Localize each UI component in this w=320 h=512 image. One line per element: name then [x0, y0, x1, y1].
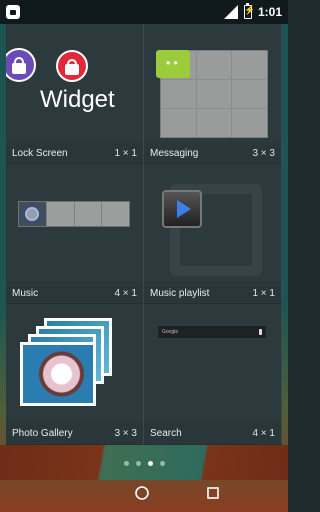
clock: 1:01 — [257, 5, 282, 19]
status-bar: 1:01 — [0, 0, 288, 24]
widget-name: Search — [150, 427, 182, 439]
widget-name: Lock Screen — [12, 147, 68, 159]
widget-size: 1 × 1 — [252, 287, 275, 299]
search-bar-preview: Google — [158, 326, 266, 338]
page-dot-active — [147, 461, 153, 466]
widget-music[interactable]: Music 4 × 1 — [6, 164, 144, 304]
mic-icon — [259, 329, 262, 335]
widget-size: 3 × 3 — [252, 147, 275, 159]
back-icon[interactable] — [68, 487, 78, 499]
battery-charging-icon — [243, 3, 255, 19]
widget-name: Photo Gallery — [12, 427, 73, 439]
widget-name: Music — [12, 287, 39, 299]
signal-icon — [223, 5, 238, 19]
widget-preview: Google — [144, 304, 281, 422]
widget-music-playlist[interactable]: Music playlist 1 × 1 — [144, 164, 282, 304]
page-dot — [123, 461, 129, 466]
widget-name: Music playlist — [150, 287, 210, 299]
page-dot — [159, 461, 165, 466]
messaging-icon: • • — [156, 50, 190, 78]
widget-label: Photo Gallery 3 × 3 — [6, 422, 143, 444]
speaker-icon — [25, 207, 40, 221]
widget-label: Search 4 × 1 — [144, 422, 281, 444]
widget-label: Messaging 3 × 3 — [144, 142, 281, 163]
widget-photo-gallery[interactable]: Photo Gallery 3 × 3 — [6, 304, 144, 445]
widget-label: Music 4 × 1 — [6, 282, 143, 303]
music-bar-preview — [18, 201, 130, 227]
widget-size: 4 × 1 — [252, 427, 275, 439]
widget-preview — [144, 164, 281, 282]
widget-preview: • • — [144, 24, 281, 142]
purple-lock-icon — [6, 48, 36, 82]
widget-size: 1 × 1 — [114, 147, 137, 159]
widget-search[interactable]: Google Search 4 × 1 — [144, 304, 282, 445]
widget-lock-screen[interactable]: Widget Lock Screen 1 × 1 — [6, 24, 144, 164]
recents-icon[interactable] — [206, 486, 220, 500]
widget-label: Lock Screen 1 × 1 — [6, 142, 143, 163]
widget-label: Music playlist 1 × 1 — [144, 282, 281, 303]
red-lock-icon — [56, 50, 88, 82]
widget-preview-text: Widget — [40, 86, 115, 113]
widget-size: 3 × 3 — [114, 427, 137, 439]
widget-messaging[interactable]: • • Messaging 3 × 3 — [144, 24, 282, 164]
widget-preview — [6, 164, 143, 282]
play-icon — [162, 190, 202, 228]
home-icon[interactable] — [134, 485, 150, 501]
search-preview-text: Google — [162, 329, 179, 335]
widget-preview: Widget — [6, 24, 143, 142]
navigation-bar — [0, 474, 288, 512]
widget-picker: Widget Lock Screen 1 × 1 • • Messaging 3… — [6, 24, 282, 445]
widget-name: Messaging — [150, 147, 199, 159]
page-indicator — [0, 461, 288, 466]
photo-front — [20, 342, 96, 406]
app-lock-icon — [6, 5, 20, 19]
widget-size: 4 × 1 — [114, 287, 137, 299]
page-dot — [135, 461, 141, 466]
photo-stack-icon — [6, 304, 143, 422]
